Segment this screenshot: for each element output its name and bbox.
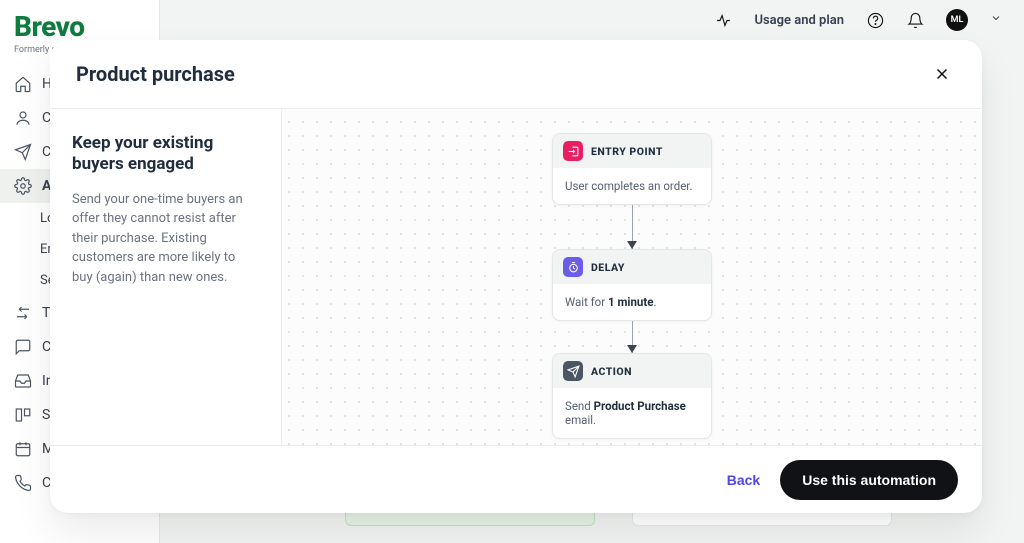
flow-node-body: Wait for 1 minute. bbox=[553, 284, 711, 320]
avatar[interactable]: ML bbox=[946, 9, 968, 31]
use-automation-button[interactable]: Use this automation bbox=[780, 460, 958, 500]
flow-node-body: Send Product Purchase email. bbox=[553, 388, 711, 438]
entry-icon bbox=[563, 141, 583, 161]
topbar: Usage and plan ML bbox=[692, 0, 1024, 40]
inbox-icon bbox=[14, 372, 32, 390]
modal-body: Keep your existing buyers engaged Send y… bbox=[50, 109, 982, 445]
info-panel: Keep your existing buyers engaged Send y… bbox=[50, 109, 282, 445]
action-body-suffix: email. bbox=[565, 413, 596, 427]
brand-logo: Brevo bbox=[14, 10, 145, 43]
modal-header: Product purchase bbox=[50, 40, 982, 109]
flow-node-entry[interactable]: ENTRY POINT User completes an order. bbox=[552, 133, 712, 205]
flow-node-body: User completes an order. bbox=[553, 168, 711, 204]
flow-node-header: DELAY bbox=[553, 250, 711, 284]
flow-node-label: ACTION bbox=[591, 365, 632, 378]
flow-node-action[interactable]: ACTION Send Product Purchase email. bbox=[552, 353, 712, 439]
flow-node-delay[interactable]: DELAY Wait for 1 minute. bbox=[552, 249, 712, 321]
modal-title: Product purchase bbox=[76, 62, 235, 86]
help-icon[interactable] bbox=[866, 11, 884, 29]
flow-node-label: ENTRY POINT bbox=[591, 145, 663, 158]
flow-node-label: DELAY bbox=[591, 261, 625, 274]
close-icon bbox=[933, 65, 951, 83]
action-body-prefix: Send bbox=[565, 399, 594, 413]
action-body-bold: Product Purchase bbox=[594, 399, 686, 413]
delay-body-suffix: . bbox=[653, 295, 656, 309]
chevron-down-icon[interactable] bbox=[990, 12, 1002, 28]
activity-icon bbox=[714, 11, 732, 29]
calendar-icon bbox=[14, 440, 32, 458]
close-button[interactable] bbox=[928, 60, 956, 88]
flow-node-header: ENTRY POINT bbox=[553, 134, 711, 168]
delay-body-bold: 1 minute bbox=[608, 295, 653, 309]
flow-node-header: ACTION bbox=[553, 354, 711, 388]
usage-and-plan-link[interactable]: Usage and plan bbox=[754, 13, 844, 28]
layout-icon bbox=[14, 406, 32, 424]
automation-template-modal: Product purchase Keep your existing buye… bbox=[50, 40, 982, 513]
back-button[interactable]: Back bbox=[727, 472, 760, 488]
user-icon bbox=[14, 109, 32, 127]
flow-arrow bbox=[632, 205, 633, 249]
flow-diagram: ENTRY POINT User completes an order. DEL… bbox=[552, 133, 712, 439]
info-heading: Keep your existing buyers engaged bbox=[72, 133, 259, 176]
transfer-icon bbox=[14, 304, 32, 322]
action-icon bbox=[563, 361, 583, 381]
flow-canvas[interactable]: ENTRY POINT User completes an order. DEL… bbox=[282, 109, 982, 445]
gear-icon bbox=[14, 177, 32, 195]
send-icon bbox=[14, 143, 32, 161]
info-body: Send your one-time buyers an offer they … bbox=[72, 190, 259, 288]
delay-icon bbox=[563, 257, 583, 277]
flow-arrow bbox=[632, 321, 633, 353]
chat-icon bbox=[14, 338, 32, 356]
phone-icon bbox=[14, 474, 32, 492]
home-icon bbox=[14, 75, 32, 93]
bell-icon[interactable] bbox=[906, 11, 924, 29]
delay-body-prefix: Wait for bbox=[565, 295, 608, 309]
modal-footer: Back Use this automation bbox=[50, 445, 982, 513]
